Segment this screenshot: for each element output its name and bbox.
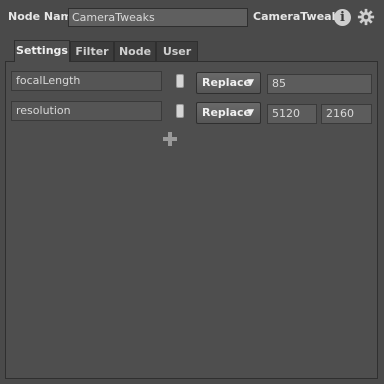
chevron-down-icon: ▼ — [247, 78, 254, 88]
tab-settings[interactable]: Settings — [14, 40, 70, 62]
node-name-input[interactable]: CameraTweaks — [68, 8, 248, 27]
chevron-down-icon: ▼ — [247, 108, 254, 118]
param-name-focal-length: focalLength — [11, 71, 162, 91]
tab-user[interactable]: User — [156, 41, 198, 61]
mode-select-focal-length[interactable]: Replace ▼ — [196, 72, 261, 94]
mode-select-resolution[interactable]: Replace ▼ — [196, 102, 261, 124]
gear-icon[interactable] — [357, 8, 375, 26]
node-type-label: CameraTweaks — [253, 10, 346, 23]
plus-icon[interactable] — [163, 132, 177, 146]
lock-toggle-icon[interactable] — [176, 74, 184, 88]
tab-node[interactable]: Node — [114, 41, 156, 61]
mode-select-label: Replace — [202, 106, 251, 119]
info-icon[interactable]: i — [334, 9, 351, 26]
lock-toggle-icon[interactable] — [176, 104, 184, 118]
mode-select-label: Replace — [202, 76, 251, 89]
resolution-height-field[interactable]: 2160 — [321, 104, 372, 124]
resolution-width-field[interactable]: 5120 — [267, 104, 317, 124]
tab-filter[interactable]: Filter — [70, 41, 114, 61]
param-name-resolution: resolution — [11, 101, 162, 121]
focal-length-value-field[interactable]: 85 — [267, 74, 372, 94]
